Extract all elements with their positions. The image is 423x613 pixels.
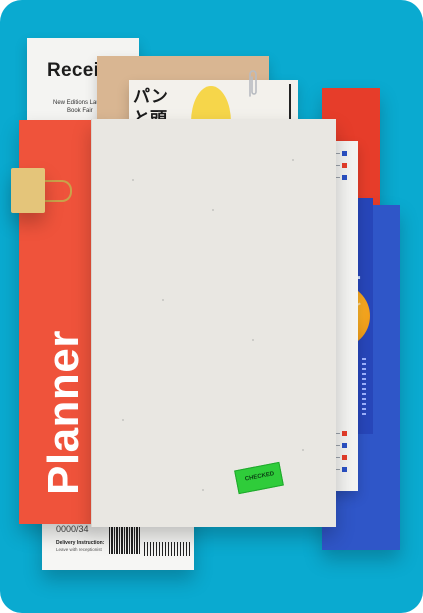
slip-number: 0000/34 bbox=[56, 524, 89, 534]
paper-speckle bbox=[122, 419, 124, 421]
receipt-title: Recei bbox=[47, 60, 100, 81]
paper-speckle bbox=[212, 209, 214, 211]
slip-instruction-title: Delivery Instruction: bbox=[56, 540, 105, 546]
poster-rule bbox=[289, 84, 291, 124]
paper-speckle bbox=[302, 449, 304, 451]
binder-clip-icon bbox=[11, 168, 45, 213]
paper-speckle bbox=[292, 159, 294, 161]
barcode-icon bbox=[144, 542, 190, 556]
paperclip-icon bbox=[249, 70, 257, 97]
blank-paper-sheet bbox=[91, 119, 336, 527]
receipt-line: Book Fair bbox=[67, 108, 93, 114]
paper-speckle bbox=[202, 489, 204, 491]
blue-book-side-text bbox=[362, 358, 366, 418]
paper-speckle bbox=[162, 299, 164, 301]
sticker-label: CHECKED bbox=[244, 471, 275, 483]
stationery-canvas: 24 T D Recei New Editions Launc Book Fai… bbox=[0, 0, 423, 613]
slip-instruction-body: Leave with receptionist bbox=[56, 547, 102, 552]
paper-speckle bbox=[252, 339, 254, 341]
planner-label: Planner bbox=[39, 330, 88, 495]
paper-speckle bbox=[132, 179, 134, 181]
